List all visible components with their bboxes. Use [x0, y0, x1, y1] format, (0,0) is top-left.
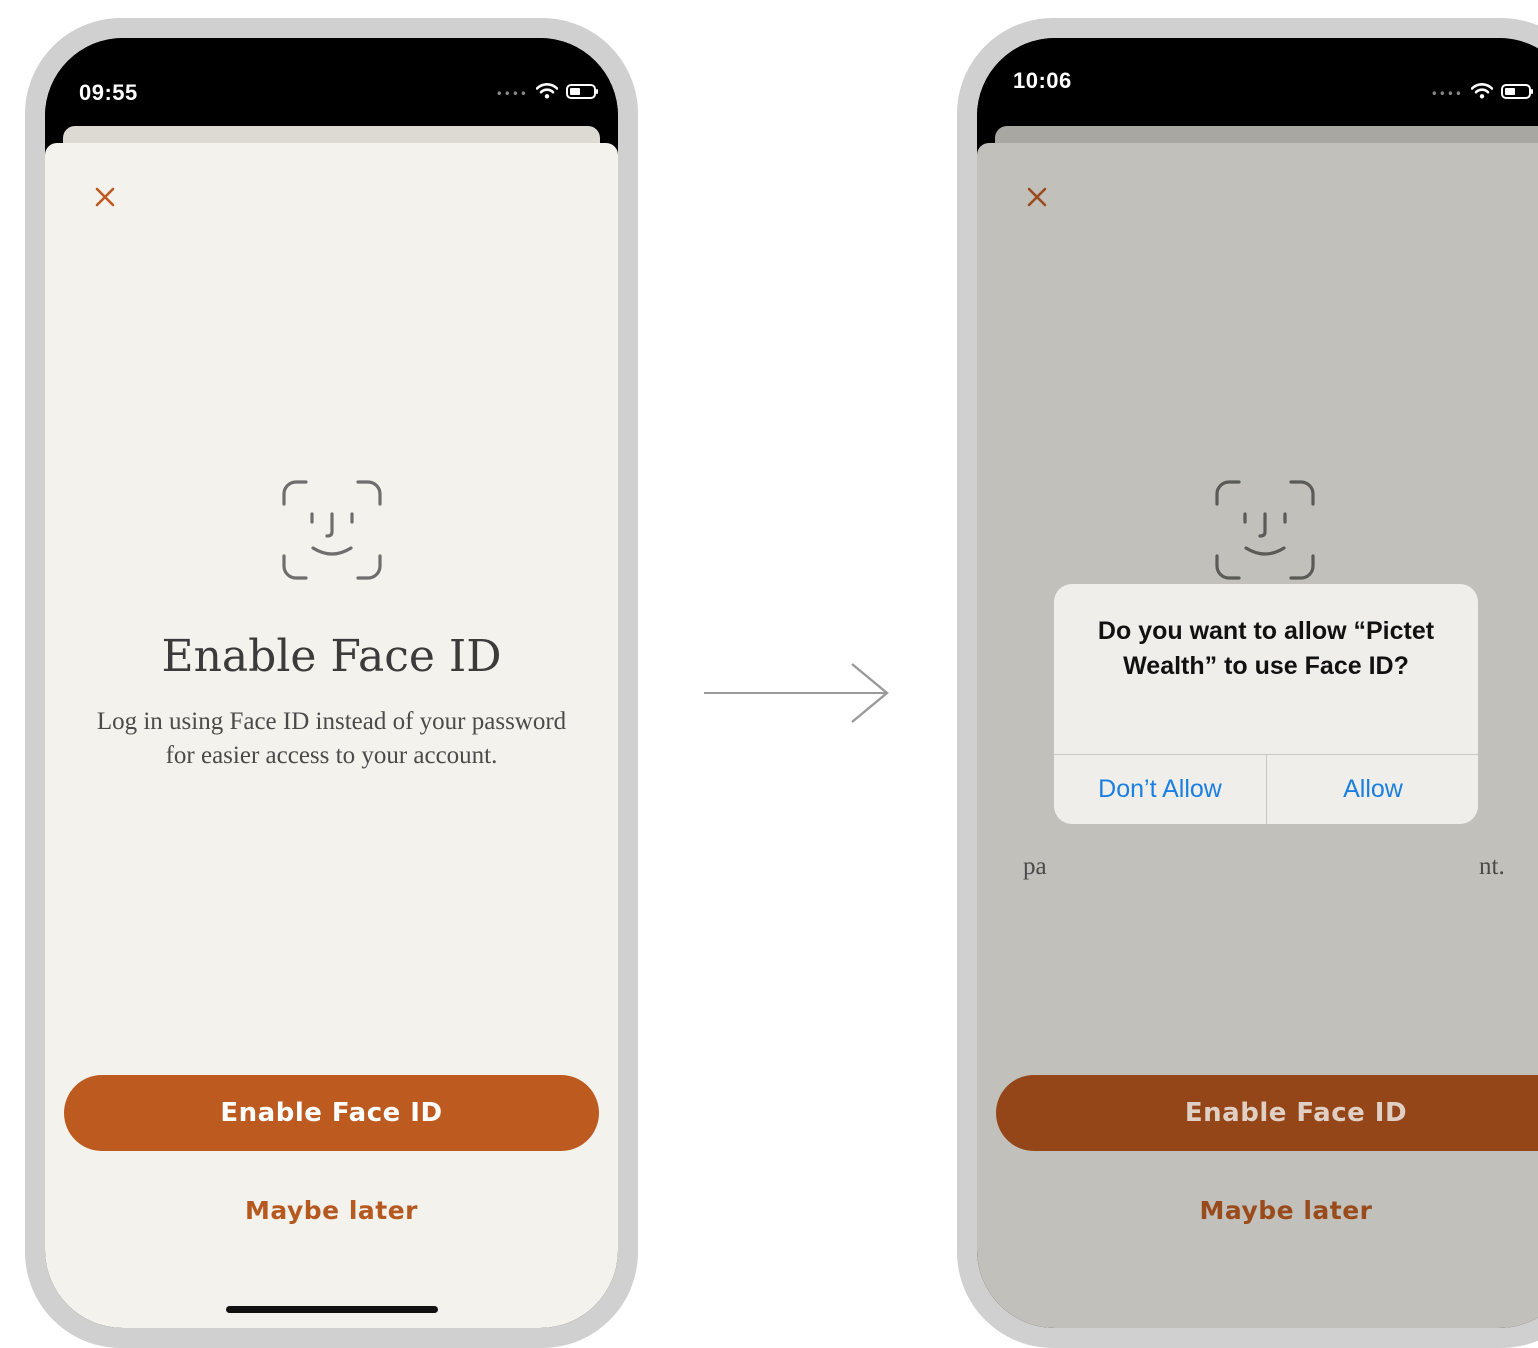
close-icon[interactable]: [91, 183, 119, 211]
page-title: Enable Face ID: [161, 631, 502, 682]
permission-alert: Do you want to allow “Pictet Wealth” to …: [1054, 584, 1478, 824]
allow-button[interactable]: Allow: [1267, 754, 1478, 824]
status-time: 09:55: [79, 80, 138, 105]
signal-dots-icon: ••••: [1430, 87, 1463, 101]
wifi-icon: [1471, 83, 1493, 99]
status-icons: ••••: [1430, 82, 1533, 101]
wifi-icon: [536, 83, 558, 99]
face-id-icon: [281, 480, 382, 580]
status-time: 10:06: [1013, 68, 1072, 93]
phone-frame-left: 09:55 •••• Enable Face ID Log in using F…: [25, 18, 638, 1348]
close-icon[interactable]: [1023, 183, 1051, 211]
page-subtitle: Log in using Face ID instead of your pas…: [96, 708, 567, 769]
dont-allow-button[interactable]: Don’t Allow: [1054, 754, 1266, 824]
modal-sheet-dimmed: pa nt. Enable Face ID Maybe later Do you…: [977, 143, 1538, 1328]
right-arrow-icon: [704, 663, 889, 723]
modal-sheet: Enable Face ID Log in using Face ID inst…: [45, 143, 618, 1328]
home-indicator[interactable]: [225, 1306, 438, 1313]
battery-icon: [1501, 83, 1533, 99]
partial-subtitle-right: nt.: [1479, 853, 1505, 880]
enable-face-id-button[interactable]: Enable Face ID: [64, 1075, 599, 1151]
phone-screen-right: 10:06 •••• pa nt. Enable Face ID Maybe l…: [977, 38, 1538, 1328]
maybe-later-button[interactable]: Maybe later: [977, 1196, 1538, 1225]
status-icons: ••••: [495, 82, 598, 101]
alert-title: Do you want to allow “Pictet Wealth” to …: [1097, 617, 1435, 680]
partial-subtitle-left: pa: [1023, 853, 1047, 880]
battery-icon: [566, 83, 598, 99]
enable-face-id-button[interactable]: Enable Face ID: [996, 1075, 1538, 1151]
maybe-later-button[interactable]: Maybe later: [45, 1196, 618, 1225]
signal-dots-icon: ••••: [495, 87, 528, 101]
phone-frame-right: 10:06 •••• pa nt. Enable Face ID Maybe l…: [957, 18, 1538, 1348]
face-id-icon: [1215, 480, 1315, 580]
phone-screen-left: 09:55 •••• Enable Face ID Log in using F…: [45, 38, 618, 1328]
